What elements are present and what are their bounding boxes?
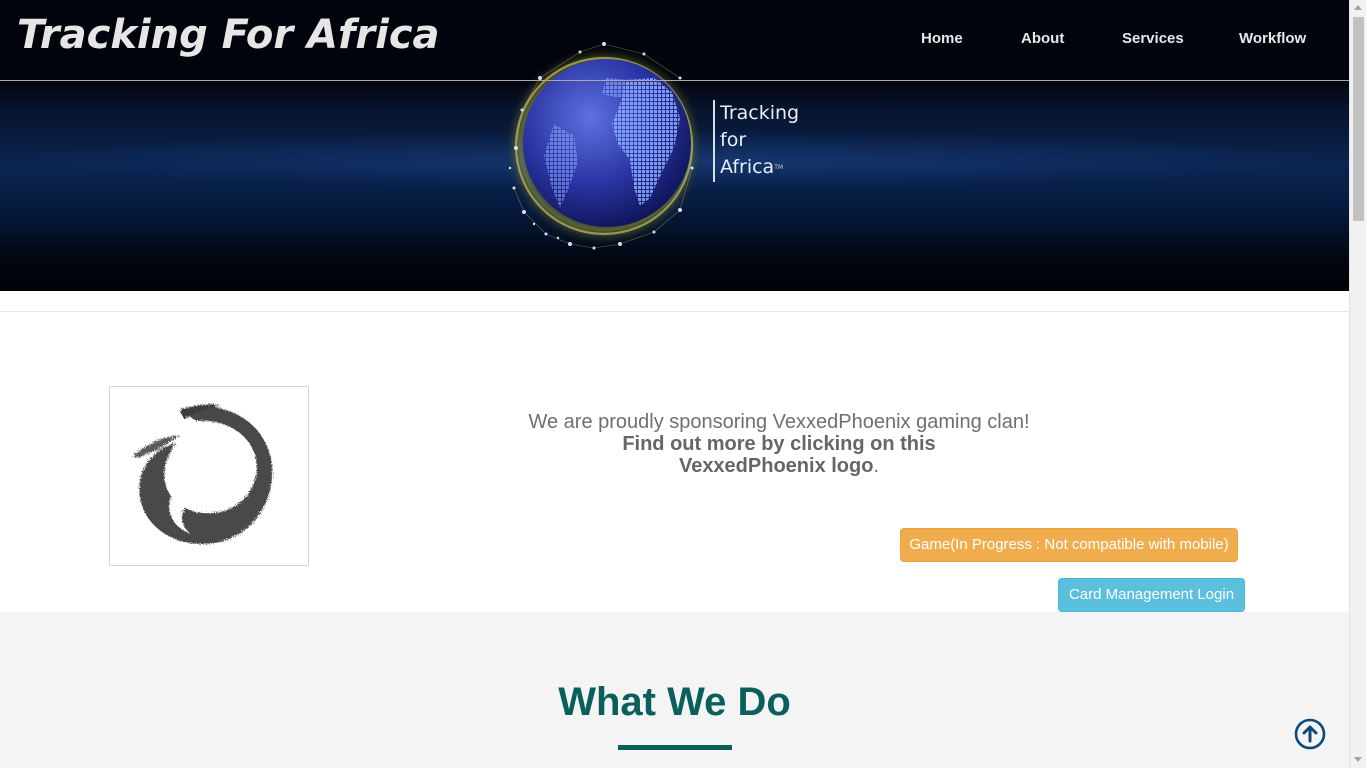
- hero-banner: Tracking For Africa Home About Services …: [0, 0, 1349, 291]
- logo-line-tracking: Tracking: [720, 102, 800, 124]
- vexxedphoenix-logo-icon: [132, 404, 273, 544]
- nav-workflow[interactable]: Workflow: [1239, 30, 1306, 47]
- sponsor-line-3-end: .: [873, 455, 880, 477]
- card-management-login-button[interactable]: Card Management Login: [1058, 578, 1245, 612]
- logo-line-africa-text: Africa: [720, 156, 775, 178]
- vexxedphoenix-logo-link[interactable]: [109, 386, 309, 566]
- trademark-mark: TM: [774, 164, 784, 171]
- section-divider: [0, 311, 1349, 312]
- arrow-up-circle-icon: [1294, 718, 1326, 750]
- sponsor-line-1: We are proudly sponsoring VexxedPhoenix …: [528, 411, 1030, 433]
- what-we-do-title: What We Do: [558, 680, 791, 724]
- hero-logo-text: Tracking for AfricaTM: [713, 100, 799, 182]
- scroll-down-arrow-icon[interactable]: [1354, 757, 1362, 762]
- logo-line-africa: AfricaTM: [720, 154, 799, 181]
- back-to-top-button[interactable]: [1294, 718, 1326, 750]
- scroll-up-arrow-icon[interactable]: [1354, 5, 1362, 10]
- logo-line-for: for: [720, 129, 747, 151]
- sponsor-line-2: Find out more by clicking on this: [622, 433, 936, 455]
- page-scrollbar[interactable]: [1349, 0, 1366, 768]
- title-underline: [618, 745, 732, 750]
- nav-about[interactable]: About: [1021, 30, 1064, 47]
- nav-home[interactable]: Home: [921, 30, 963, 47]
- sponsor-message: We are proudly sponsoring VexxedPhoenix …: [440, 411, 1118, 477]
- site-brand[interactable]: Tracking For Africa: [17, 12, 440, 58]
- sponsor-line-3: VexxedPhoenix logo.: [440, 455, 1118, 477]
- scroll-thumb[interactable]: [1353, 17, 1364, 221]
- game-button[interactable]: Game(In Progress : Not compatible with m…: [900, 528, 1238, 562]
- navbar: Tracking For Africa Home About Services …: [0, 0, 1349, 81]
- nav-services[interactable]: Services: [1122, 30, 1184, 47]
- sponsor-logo-mention: VexxedPhoenix logo: [678, 455, 874, 477]
